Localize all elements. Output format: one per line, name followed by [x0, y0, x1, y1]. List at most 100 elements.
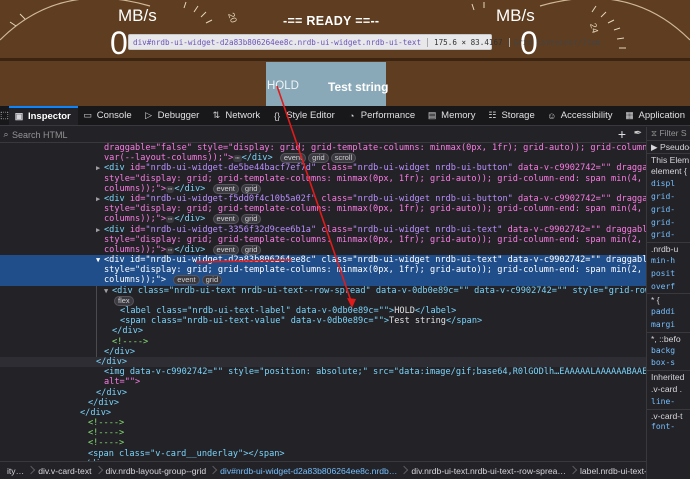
tab-debugger[interactable]: ▷ Debugger — [139, 106, 207, 125]
console-icon: ▭ — [83, 110, 92, 120]
grid-badge[interactable]: grid — [240, 214, 262, 225]
eyedropper-icon[interactable]: ✒ — [634, 128, 642, 139]
tree-line: style="display: grid; grid-template-colu… — [104, 173, 646, 184]
grid-badge[interactable]: grid — [308, 153, 329, 164]
rule-property[interactable]: grid- — [647, 191, 690, 204]
rule-selector: *, ::befo — [647, 331, 690, 345]
tree-node[interactable]: <label class="nrdb-ui-text-label" data-v… — [0, 306, 646, 316]
tree-node[interactable]: ▶ <div id="nrdb-ui-widget-3356f32d9cee6b1… — [0, 225, 646, 235]
breadcrumb-item-current[interactable]: div#nrdb-ui-widget-d2a83b806264ee8c.nrdb… — [213, 466, 404, 476]
expand-icon[interactable]: ▶ — [96, 194, 104, 204]
event-badge[interactable]: event — [212, 244, 239, 255]
pseudo-toggle[interactable]: ▶ Pseudo- — [647, 139, 690, 153]
tab-console[interactable]: ▭ Console — [78, 106, 139, 125]
tab-performance[interactable]: ◔ Performance — [342, 106, 422, 125]
tree-node[interactable]: ▶ <div id="nrdb-ui-widget-de5be44bacf7ef7… — [0, 163, 646, 173]
tree-node-selected[interactable]: ▼ <div id="nrdb-ui-widget-d2a83b806264ee8… — [0, 255, 646, 266]
tab-style-editor[interactable]: {} Style Editor — [267, 106, 342, 125]
tree-line: </div> — [96, 387, 128, 398]
tab-inspector[interactable]: ▣ Inspector — [8, 106, 78, 125]
tab-storage[interactable]: ☷ Storage — [482, 106, 541, 125]
rule-property[interactable]: grid- — [647, 229, 690, 242]
tree-line: </div> — [112, 326, 144, 337]
expand-icon[interactable]: ▶ — [96, 163, 104, 173]
inspector-highlighter-tooltip: div#nrdb-ui-widget-d2a83b806264ee8c.nrdb… — [128, 34, 600, 50]
tab-label: Style Editor — [286, 110, 335, 121]
expand-icon[interactable]: ▶ — [96, 225, 104, 235]
tree-line: style="display: grid; grid-template-colu… — [104, 204, 646, 215]
tree-comment: <!----> — [88, 418, 125, 429]
tab-label: Debugger — [157, 110, 200, 121]
tab-label: Storage — [501, 110, 535, 121]
filter-icon: ⧖ — [651, 128, 658, 138]
rule-selector: .v-card . — [651, 383, 683, 394]
grid-badge[interactable]: grid — [201, 275, 223, 286]
style-editor-icon: {} — [274, 110, 281, 121]
element-picker-icon[interactable]: ⬚ — [0, 106, 9, 125]
breadcrumb-item[interactable]: div.nrdb-ui-text.nrdb-ui-text--row-sprea… — [404, 466, 573, 476]
grid-badge[interactable]: grid — [240, 183, 262, 194]
accessibility-icon: ☺ — [547, 110, 557, 121]
rule-property[interactable]: line- — [647, 396, 690, 409]
rule-property[interactable]: displ — [647, 178, 690, 191]
event-badge[interactable]: event — [279, 153, 307, 164]
tab-label: Network — [225, 110, 261, 121]
rule-property[interactable]: backg — [647, 345, 690, 358]
tree-node[interactable]: <span class="v-card__underlay"></span> — [0, 449, 646, 459]
collapse-icon[interactable]: ▼ — [104, 286, 112, 296]
collapse-icon[interactable]: ▼ — [96, 255, 104, 265]
markup-tree[interactable]: draggable="false" style="display: grid; … — [0, 143, 646, 461]
tooltip-selector: div#nrdb-ui-widget-d2a83b806264ee8c.nrdb… — [133, 37, 422, 47]
event-badge[interactable]: event — [212, 214, 239, 225]
preview-divider — [0, 58, 690, 61]
rule-property[interactable]: box-s — [647, 357, 690, 370]
breadcrumb: ity… div.v-card-text div.nrdb-layout-gro… — [0, 461, 646, 479]
rule-property[interactable]: paddi — [647, 306, 690, 319]
rules-sidebar: ⧖ Filter S ▶ Pseudo- This Elem element {… — [646, 127, 690, 479]
rule-property[interactable]: grid- — [647, 217, 690, 230]
tree-node[interactable]: <span class="nrdb-ui-text-value" data-v-… — [0, 316, 646, 326]
tab-accessibility[interactable]: ☺ Accessibility — [542, 106, 620, 125]
tree-node[interactable]: <img data-v-c9902742="" style="position:… — [0, 367, 646, 377]
search-input[interactable]: Search HTML — [12, 130, 68, 140]
rule-selector: element { — [651, 166, 687, 177]
html-search-bar[interactable]: ⌕ Search HTML + ✒ — [0, 126, 646, 143]
tooltip-dimensions: 175.6 × 83.4167 — [427, 37, 509, 47]
tree-node[interactable]: ▼ <div class="nrdb-ui-text nrdb-ui-text--… — [0, 286, 646, 296]
tab-memory[interactable]: ▤ Memory — [422, 106, 482, 125]
add-node-icon[interactable]: + — [618, 126, 626, 142]
status-text: -== READY ==-- — [283, 14, 380, 28]
tooltip-kind: Grid Container/Item — [508, 37, 605, 47]
tree-line: style="display: grid; grid-template-colu… — [104, 234, 646, 245]
gauge-tick-label: 24 — [588, 22, 600, 34]
rule-selector: .v-card-t — [647, 408, 690, 422]
event-badge[interactable]: event — [173, 275, 200, 286]
tab-application[interactable]: ▦ Application — [620, 106, 690, 125]
breadcrumb-item[interactable]: label.nrdb-ui-text-label — [573, 466, 646, 476]
event-badge[interactable]: event — [212, 183, 239, 194]
tab-label: Inspector — [27, 111, 71, 122]
rule-property[interactable]: min-h — [647, 255, 690, 268]
rule-property[interactable]: margi — [647, 319, 690, 332]
hold-value: Test string — [328, 80, 389, 94]
breadcrumb-item[interactable]: div.v-card-text — [31, 466, 98, 476]
rule-property[interactable]: overf — [647, 281, 690, 294]
tree-line: </div> — [88, 397, 120, 408]
scroll-badge[interactable]: scroll — [330, 153, 357, 164]
rule-property[interactable]: posit — [647, 268, 690, 281]
tree-node[interactable]: ▶ <div id="nrdb-ui-widget-f5dd0f4c10b5a02… — [0, 194, 646, 204]
page-preview: 20 24 MB/s MB/s 0 0 -== READY ==-- HOLD … — [0, 0, 690, 106]
application-icon: ▦ — [625, 110, 634, 120]
rule-property[interactable]: font- — [647, 421, 690, 434]
grid-badge[interactable]: grid — [240, 244, 262, 255]
flex-badge[interactable]: flex — [114, 295, 134, 306]
breadcrumb-item[interactable]: div.nrdb-layout-group--grid — [99, 466, 214, 476]
tab-network[interactable]: ⇅ Network — [206, 106, 267, 125]
tree-line: alt=""> — [104, 377, 141, 388]
filter-styles-input[interactable]: ⧖ Filter S — [647, 127, 690, 140]
rule-property[interactable]: grid- — [647, 204, 690, 217]
tree-line: columns));"> ⋯ </div> event grid — [0, 214, 646, 225]
inspector-icon: ▣ — [14, 111, 24, 121]
search-icon: ⌕ — [3, 129, 9, 139]
tree-comment: <!----> — [88, 438, 125, 449]
